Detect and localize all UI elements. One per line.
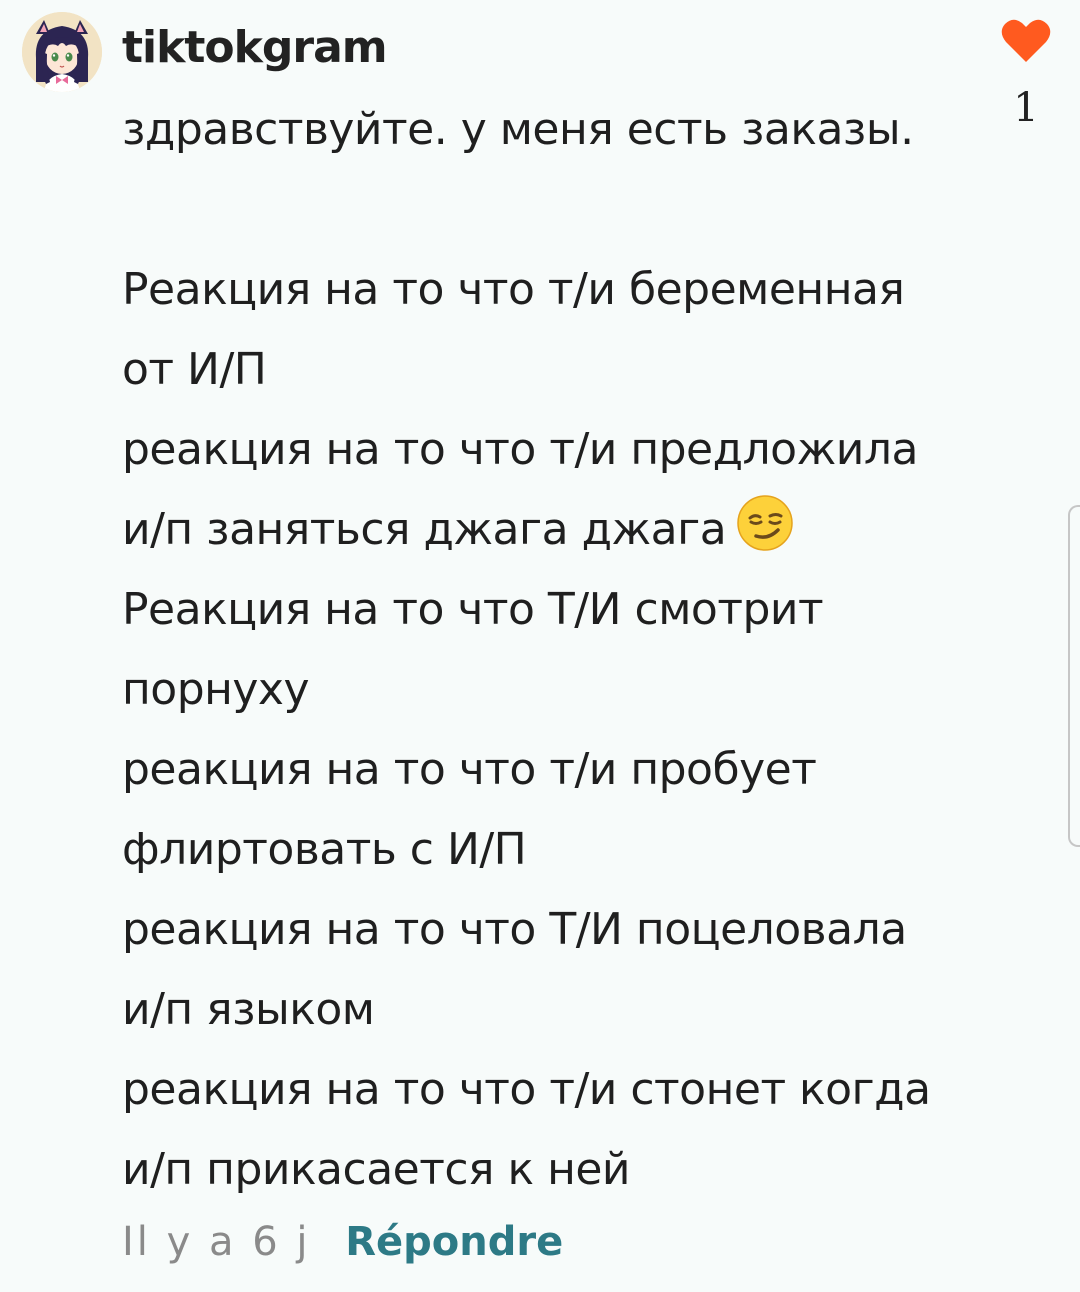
heart-icon[interactable] [1000, 18, 1052, 64]
comment-item: tiktokgram здравствуйте. у меня есть зак… [0, 0, 1080, 1292]
comment-line: Реакция на то что Т/И смотрит [122, 584, 824, 635]
comment-line: реакция на то что т/и предложила [122, 424, 918, 475]
comment-timestamp: Il y a 6 j [122, 1219, 311, 1265]
comment-line-text: и/п заняться джага джага [122, 504, 727, 555]
comment-line: флиртовать с И/П [122, 824, 527, 875]
comment-line: порнуху [122, 664, 310, 715]
like-count: 1 [1013, 85, 1039, 131]
comment-line: здравствуйте. у меня есть заказы. [122, 104, 914, 155]
avatar[interactable] [22, 12, 102, 92]
scrollbar[interactable] [1068, 505, 1080, 847]
comment-body: здравствуйте. у меня есть заказы. Реакци… [122, 90, 982, 1210]
comment-author[interactable]: tiktokgram [122, 18, 388, 78]
smirking-face-emoji-icon [736, 494, 794, 578]
comment-line: и/п прикасается к ней [122, 1144, 631, 1195]
comment-line: реакция на то что Т/И поцеловала [122, 904, 907, 955]
like-button[interactable] [996, 18, 1056, 64]
like-control: 1 [996, 18, 1056, 138]
comment-line: и/п языком [122, 984, 375, 1035]
comment-line: реакция на то что т/и пробует [122, 744, 817, 795]
comment-line-blank [122, 170, 982, 250]
comment-line: реакция на то что т/и стонет когда [122, 1064, 931, 1115]
comment-line-with-emoji: и/п заняться джага джага [122, 490, 982, 570]
anime-girl-avatar-icon [22, 12, 102, 92]
comment-line: Реакция на то что т/и беременная [122, 264, 905, 315]
comment-footer: Il y a 6 j Répondre [122, 1212, 563, 1272]
comment-line: от И/П [122, 344, 267, 395]
reply-button[interactable]: Répondre [345, 1219, 563, 1265]
